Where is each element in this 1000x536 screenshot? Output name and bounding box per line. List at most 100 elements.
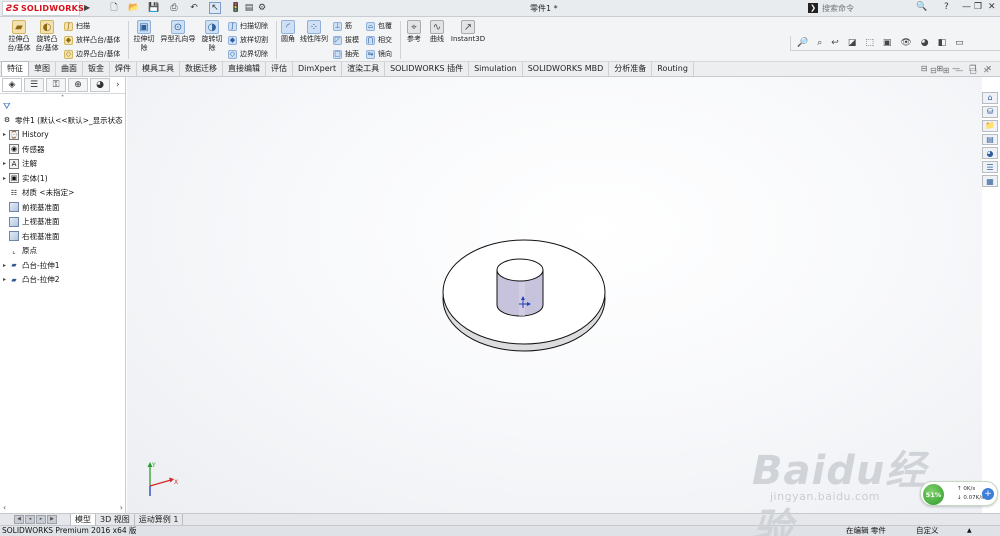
tree-item[interactable]: ▸ ▰ 凸台-拉伸1 [0,258,125,273]
tab-15[interactable]: Routing [652,62,694,76]
instant3d-button[interactable]: ↗ Instant3D [450,20,486,44]
solidworks-logo[interactable]: ƧS SOLIDWORKS [2,1,84,16]
loft-button[interactable]: ◆ 放样凸台/基体 [64,35,120,45]
curves-button[interactable]: ∿ 曲线 [427,20,447,44]
tree-item[interactable]: ▸ ⌚ History [0,128,125,143]
lofted-cut-button[interactable]: ◆ 放样切割 [228,35,268,45]
select-pointer-icon[interactable]: ↖ [209,2,221,14]
close-view-icon[interactable]: ✕ [983,66,990,75]
tab-6[interactable]: 数据迁移 [180,62,223,76]
mirror-button[interactable]: ⇋ 镜向 [366,49,392,59]
extrude-boss-button[interactable]: ▰ 拉伸凸台/基体 [6,20,32,53]
display-manager-tab-icon[interactable]: ◕ [90,78,110,92]
tree-item[interactable]: 前视基准面 [0,200,125,215]
appearance-icon[interactable]: ◕ [921,38,929,48]
forum-icon[interactable]: ▦ [982,175,998,188]
tab-5[interactable]: 模具工具 [137,62,180,76]
max-view-icon[interactable]: ▢ [969,66,977,75]
draft-button[interactable]: ◸ 拔模 [333,35,359,45]
property-manager-tab-icon[interactable]: ☰ [24,78,44,92]
tab-11[interactable]: SOLIDWORKS 插件 [385,62,470,76]
expand-arrow-icon[interactable]: ▸ [0,262,9,269]
tree-item[interactable]: ⌞ 原点 [0,244,125,259]
new-document-icon[interactable]: 🗋 [108,2,120,14]
reference-geometry-button[interactable]: ⌖ 参考 [404,20,424,44]
help-button[interactable]: ? [944,2,949,12]
tree-item[interactable]: ◉ 传感器 [0,142,125,157]
feature-tree-tab-icon[interactable]: ◈ [2,78,22,92]
linear-pattern-button[interactable]: ⁘ 线性阵列 [298,20,330,44]
expand-arrow-icon[interactable]: ▸ [0,160,9,167]
tab-4[interactable]: 焊件 [110,62,137,76]
filter-icon[interactable]: ⛛ [0,101,125,113]
wrap-button[interactable]: ⌓ 包覆 [366,21,392,31]
expand-arrow-icon[interactable]: ▸ [0,276,9,283]
tree-item[interactable]: ☷ 材质 <未指定> [0,186,125,201]
tab-10[interactable]: 渲染工具 [342,62,386,76]
intersect-button[interactable]: ⋂ 相交 [366,35,392,45]
first-tab-icon[interactable]: ◀ [14,514,24,524]
fillet-button[interactable]: ◜ 圆角 [279,20,297,44]
undo-icon[interactable]: ↶ [188,2,200,14]
configuration-manager-tab-icon[interactable]: ⚿ [46,78,66,92]
tab-7[interactable]: 直接编辑 [223,62,266,76]
tree-root-part[interactable]: ⚙ 零件1 (默认<<默认>_显示状态 [0,113,125,128]
home-icon[interactable]: ⌂ [982,92,998,104]
model-tab-0[interactable]: 模型 [70,513,96,526]
hole-wizard-button[interactable]: ⊙ 异型孔向导 [158,20,198,44]
rebuild-icon[interactable]: 🚦 [230,2,242,14]
file-properties-icon[interactable]: ▤ [243,2,255,14]
close-icon[interactable]: ✕ [988,2,996,12]
tree-item[interactable]: 上视基准面 [0,215,125,230]
sweep-button[interactable]: ∫ 扫描 [64,21,90,31]
view-orientation-icon[interactable]: ⬚ [865,38,874,48]
rib-button[interactable]: ⊥ 筋 [333,21,352,31]
tab-0[interactable]: 特征 [1,61,29,76]
hide-show-items-icon[interactable]: 👁 [900,38,911,48]
file-explorer-icon[interactable]: 📁 [982,119,998,132]
display-style-icon[interactable]: ▣ [883,38,892,48]
tile-icon[interactable]: ⊟ [921,64,928,73]
print-icon[interactable]: ⎙ [168,2,180,14]
restore-icon[interactable]: ❐ [974,2,982,12]
search-input[interactable] [822,1,910,15]
tab-9[interactable]: DimXpert [293,62,343,76]
view-settings-icon[interactable]: ▭ [955,38,964,48]
network-speed-widget[interactable]: 51% ↑ 0K/s ↓ 0.07K/s + [920,481,998,506]
tab-3[interactable]: 钣金 [83,62,110,76]
prev-tab-icon[interactable]: ◂ [25,514,35,524]
tree-item[interactable]: ▸ A 注解 [0,157,125,172]
panel-expand-icon[interactable]: › [116,80,120,90]
minimize-icon[interactable]: — [962,2,971,12]
revolve-cut-button[interactable]: ◑ 旋转切除 [200,20,224,53]
swept-cut-button[interactable]: ∫ 扫描切除 [228,21,268,31]
section-view-icon[interactable]: ◪ [848,38,857,48]
save-icon[interactable]: 💾 [148,2,160,14]
previous-view-icon[interactable]: ↩ [831,38,839,48]
next-tab-icon[interactable]: ▸ [36,514,46,524]
scene-icon[interactable]: ◧ [938,38,947,48]
split-view-icon[interactable]: ⊞ [943,66,950,75]
expand-arrow-icon[interactable]: ▸ [0,131,9,138]
open-document-icon[interactable]: 📂 [128,2,140,14]
shell-button[interactable]: ▢ 抽壳 [333,49,359,59]
tab-12[interactable]: Simulation [469,62,523,76]
last-tab-icon[interactable]: ▶ [47,514,57,524]
menu-expand-icon[interactable]: ▶ [84,3,90,12]
model-tab-2[interactable]: 运动算例 1 [135,513,184,526]
tree-item[interactable]: 右视基准面 [0,229,125,244]
extrude-cut-button[interactable]: ▣ 拉伸切除 [132,20,156,53]
custom-properties-icon[interactable]: ☰ [982,161,998,174]
cylinder-boss[interactable] [496,258,544,317]
dimxpert-manager-tab-icon[interactable]: ⊕ [68,78,88,92]
tab-2[interactable]: 曲面 [56,62,83,76]
tab-8[interactable]: 评估 [266,62,293,76]
speedup-plus-icon[interactable]: + [982,488,994,500]
scroll-right-icon[interactable]: › [120,503,123,513]
scroll-left-icon[interactable]: ‹ [3,503,6,513]
boundary-cut-button[interactable]: ◇ 边界切除 [228,49,268,59]
tab-1[interactable]: 草图 [29,62,56,76]
boundary-boss-button[interactable]: ◇ 边界凸台/基体 [64,49,120,59]
appearances-icon[interactable]: ◕ [982,147,998,160]
tab-13[interactable]: SOLIDWORKS MBD [523,62,610,76]
